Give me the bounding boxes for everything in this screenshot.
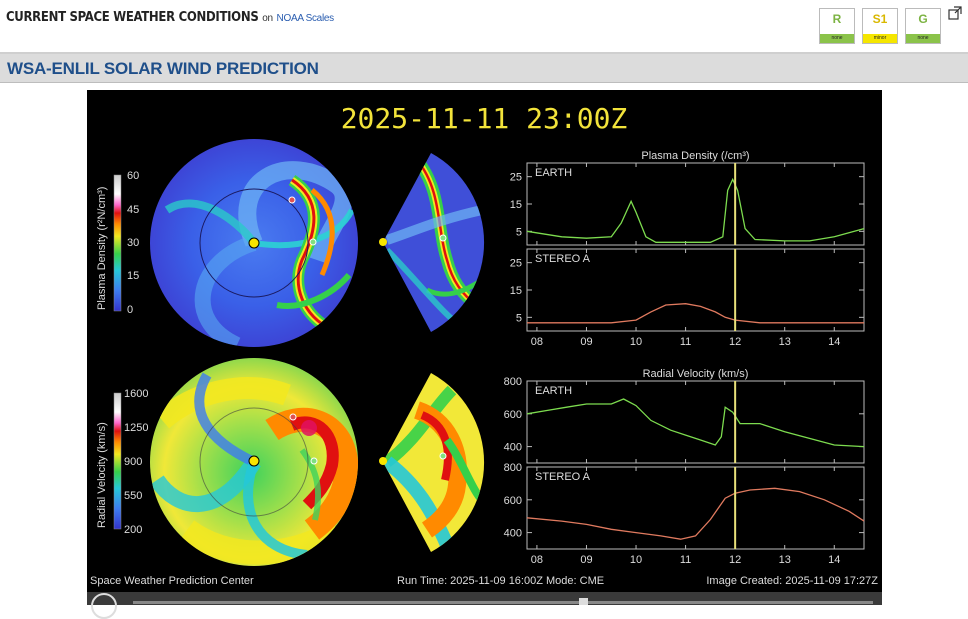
density-tick: 45 (127, 204, 139, 216)
brand-text: CURRENT SPACE WEATHER CONDITIONS (6, 10, 259, 25)
scale-r-level: none (820, 34, 854, 43)
x-tick-label: 09 (580, 554, 592, 566)
scale-g-level: none (906, 34, 940, 43)
density-tick: 0 (127, 304, 133, 316)
y-tick-label: 400 (504, 442, 522, 454)
x-tick-label: 11 (680, 554, 691, 566)
density-tick: 15 (127, 270, 139, 282)
scale-r-letter: R (832, 12, 842, 26)
velocity-colorbar-label: Radial Velocity (km/s) (96, 422, 108, 528)
y-tick-label: 5 (516, 226, 522, 238)
panel-title: Plasma Density (/cm³) (641, 150, 749, 162)
scale-g-letter: G (918, 12, 928, 26)
scale-r-badge[interactable]: R none (819, 8, 855, 44)
panel-location-label: EARTH (535, 385, 572, 397)
panel-frame (526, 162, 865, 246)
density-disk (150, 139, 358, 347)
player-controls (87, 592, 882, 619)
y-tick-label: 600 (504, 495, 522, 507)
series-line (526, 177, 865, 243)
x-tick-label: 12 (729, 554, 741, 566)
footer-left: Space Weather Prediction Center (90, 575, 254, 587)
on-text: on (262, 13, 273, 24)
y-tick-label: 25 (510, 258, 522, 270)
density-tick: 60 (127, 170, 139, 182)
noaa-scales-link[interactable]: NOAA Scales (277, 13, 335, 24)
footer-image-created: Image Created: 2025-11-09 17:27Z (706, 575, 878, 587)
section-title: WSA-ENLIL SOLAR WIND PREDICTION (7, 59, 319, 78)
series-line (526, 398, 865, 448)
x-tick-label: 09 (580, 336, 592, 348)
velocity-tick: 1250 (124, 422, 148, 434)
scale-g-badge[interactable]: G none (905, 8, 941, 44)
y-tick-label: 800 (504, 462, 522, 474)
top-bar: CURRENT SPACE WEATHER CONDITIONS on NOAA… (0, 0, 968, 48)
density-wedge (379, 153, 485, 332)
y-tick-label: 800 (504, 376, 522, 388)
x-tick-label: 08 (531, 336, 543, 348)
panel-title: Radial Velocity (km/s) (643, 368, 749, 380)
external-window-icon[interactable] (948, 6, 962, 23)
x-tick-label: 08 (531, 554, 543, 566)
brand-title: CURRENT SPACE WEATHER CONDITIONS on NOAA… (6, 10, 334, 25)
y-tick-label: 600 (504, 409, 522, 421)
velocity-tick: 550 (124, 490, 142, 502)
velocity-tick: 200 (124, 524, 142, 536)
x-tick-label: 14 (828, 554, 840, 566)
panel-location-label: STEREO A (535, 253, 591, 265)
scale-s-letter: S1 (872, 12, 888, 26)
panel-location-label: EARTH (535, 167, 572, 179)
density-colorbar: 60 45 30 15 0 Plasma Density (r²N/cm³) (96, 170, 139, 316)
panel-frame (526, 380, 865, 464)
velocity-earth-panel: Radial Velocity (km/s) EARTH 400 600 800 (504, 368, 865, 464)
scale-s-level: minor (863, 34, 897, 43)
velocity-stereo-a-panel: STEREO A 400 600 800 08 09 10 11 12 13 14 (504, 462, 865, 566)
density-earth-panel: Plasma Density (/cm³) EARTH 5 15 25 (510, 150, 865, 246)
timeline-track[interactable] (133, 601, 873, 604)
x-tick-label: 12 (729, 336, 741, 348)
enlil-figure: 2025-11-11 23:00Z 60 45 30 15 0 Plasma D… (87, 90, 882, 592)
series-line (526, 487, 865, 540)
x-tick-label: 14 (828, 336, 840, 348)
density-stereo-a-panel: STEREO A 5 15 25 08 09 10 11 12 13 14 (510, 248, 865, 348)
x-tick-label: 13 (779, 554, 791, 566)
play-button[interactable] (91, 593, 117, 619)
velocity-colorbar: 1600 1250 900 550 200 Radial Velocity (k… (96, 388, 148, 536)
y-tick-label: 5 (516, 312, 522, 324)
scale-s-badge[interactable]: S1 minor (862, 8, 898, 44)
y-tick-label: 15 (510, 285, 522, 297)
density-colorbar-label: Plasma Density (r²N/cm³) (96, 187, 108, 310)
density-tick: 30 (127, 237, 139, 249)
section-header: WSA-ENLIL SOLAR WIND PREDICTION (0, 52, 968, 83)
timeline-knob[interactable] (579, 598, 588, 605)
velocity-disk (150, 358, 358, 566)
panel-location-label: STEREO A (535, 471, 591, 483)
y-tick-label: 15 (510, 199, 522, 211)
figure-timestamp: 2025-11-11 23:00Z (341, 102, 628, 135)
x-tick-label: 10 (630, 336, 642, 348)
velocity-tick: 900 (124, 456, 142, 468)
x-tick-label: 11 (680, 336, 691, 348)
footer-run-time: Run Time: 2025-11-09 16:00Z Mode: CME (397, 575, 604, 587)
enlil-figure-svg: 2025-11-11 23:00Z 60 45 30 15 0 Plasma D… (90, 102, 878, 587)
velocity-wedge (379, 373, 485, 552)
x-tick-label: 13 (779, 336, 791, 348)
series-line (527, 303, 864, 324)
y-tick-label: 25 (510, 172, 522, 184)
velocity-tick: 1600 (124, 388, 148, 400)
y-tick-label: 400 (504, 528, 522, 540)
x-tick-label: 10 (630, 554, 642, 566)
